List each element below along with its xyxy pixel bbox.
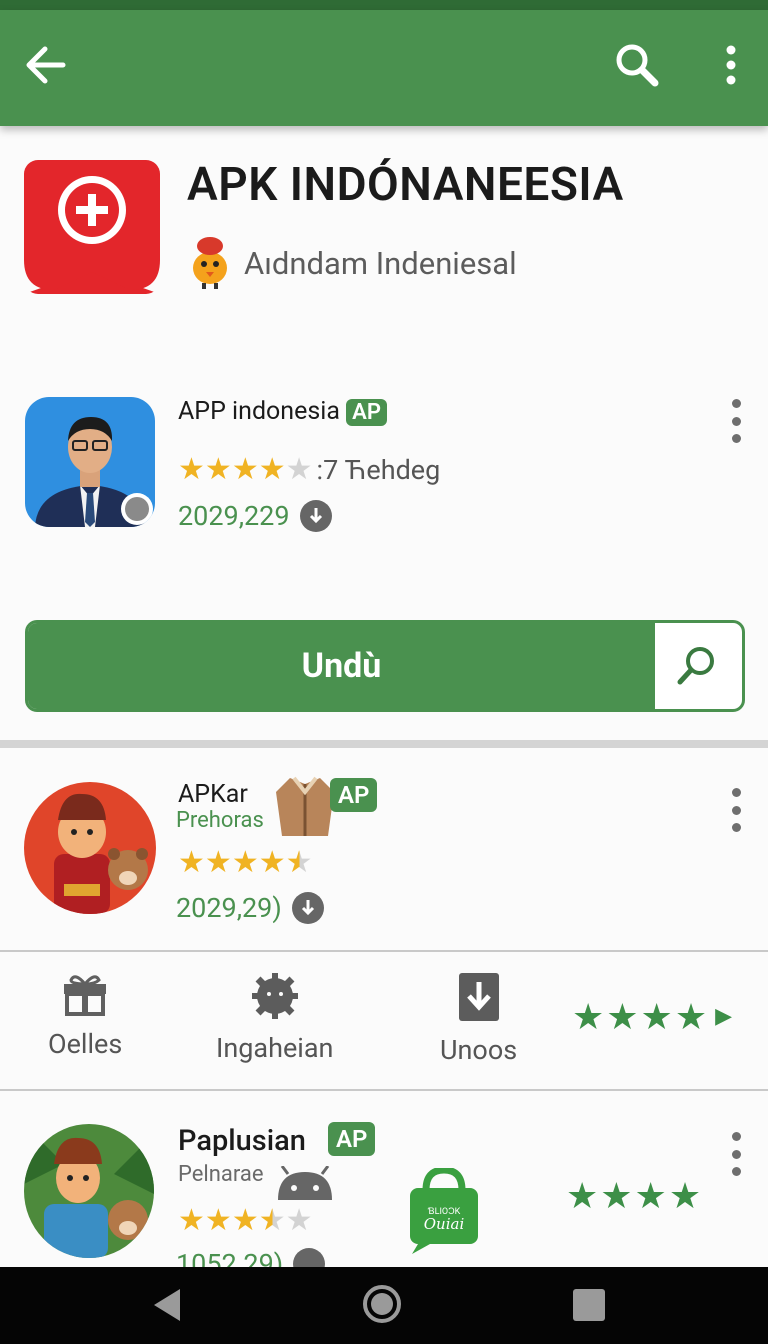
download-icon (458, 972, 500, 1026)
star-icon: ★ (178, 845, 205, 880)
nav-home-icon[interactable] (362, 1284, 402, 1328)
rating-stars: ★ ★ ★ ★ ★ :7 Ћehdeg (178, 454, 440, 486)
app-icon-character[interactable] (24, 782, 156, 914)
promo-badge-text: ƁLIOƆK Ouiai (423, 1207, 465, 1233)
app-subtitle: Pelnarae (178, 1162, 264, 1187)
rating-stars: ★ ★ ★ ★ ★ (178, 848, 313, 878)
category-ingaheian[interactable]: Ingaheian (216, 972, 333, 1064)
android-icon (274, 1165, 336, 1206)
section-divider (0, 950, 768, 952)
app-name-row[interactable]: Paplusian (178, 1124, 306, 1158)
star-icon: ★ (231, 1203, 259, 1238)
app-name-row[interactable]: APP indonesia AP (178, 397, 387, 426)
download-count: 2029,229 (178, 500, 290, 532)
install-button[interactable]: Undù (25, 620, 745, 712)
app-icon-character[interactable] (24, 1124, 154, 1258)
developer-name[interactable]: Aıdndam Indeniesal (244, 245, 517, 282)
status-bar (0, 0, 768, 10)
search-icon[interactable] (612, 40, 662, 90)
category-unoos[interactable]: Unoos (440, 972, 517, 1066)
star-icon: ★ (231, 845, 259, 880)
app-name: Paplusian (178, 1124, 306, 1158)
red-plus-bookmark-icon (24, 160, 160, 294)
nav-back-icon[interactable] (150, 1287, 182, 1327)
category-oelles[interactable]: Oelles (48, 972, 122, 1060)
install-label: Undù (28, 623, 655, 709)
category-label: Oelles (48, 1028, 123, 1060)
rating-text: :7 Ћehdeg (316, 454, 441, 486)
star-icon: ★ (258, 452, 286, 487)
app-name: APP indonesia (178, 397, 340, 426)
star-icon: ★ (204, 845, 232, 880)
download-icon (299, 500, 332, 532)
section-divider (0, 740, 768, 748)
search-icon[interactable] (652, 623, 742, 709)
gift-icon (61, 972, 109, 1020)
developer-row: Aıdndam Indeniesal (186, 232, 517, 294)
star-icons: ★★★★ (572, 996, 710, 1038)
ap-badge: AP (330, 778, 378, 812)
more-vert-icon[interactable] (730, 788, 742, 832)
category-label: Unoos (440, 1034, 518, 1066)
download-icon (291, 892, 324, 924)
download-count: 2029,29) (176, 892, 282, 924)
star-icon: ★ (258, 1203, 286, 1238)
more-vert-icon[interactable] (730, 399, 742, 443)
app-subtitle: Prehoras (176, 808, 264, 833)
chevron-right-icon: ▶ (715, 1004, 735, 1029)
ap-badge: AP (328, 1122, 376, 1156)
app-bar (0, 10, 768, 126)
star-icon: ★ (204, 452, 232, 487)
download-count-row: 2029,29) (176, 892, 324, 924)
gear-icon (251, 972, 299, 1024)
more-vert-icon[interactable] (730, 1132, 742, 1176)
shopping-bag-icon[interactable]: ƁLIOƆK Ouiai (408, 1166, 480, 1258)
star-icon: ★ (204, 1203, 232, 1238)
chick-mascot-icon (186, 232, 234, 294)
rating-stars: ★ ★ ★ ★ ★ (178, 1206, 313, 1236)
section-divider (0, 1089, 768, 1091)
app-title: APK INDÓNANEESIA (187, 158, 624, 212)
app-icon-portrait[interactable] (25, 397, 155, 527)
star-icon: ★ (285, 1203, 313, 1238)
more-vert-icon[interactable] (706, 40, 756, 90)
back-arrow-icon[interactable] (20, 40, 70, 90)
ap-badge-wrap: AP (330, 778, 378, 812)
star-icon: ★ (258, 845, 286, 880)
download-count-row: 2029,229 (178, 500, 332, 532)
ap-badge: AP (346, 398, 387, 426)
star-icon: ★ (178, 452, 205, 487)
app-name-row[interactable]: APKar (178, 780, 248, 809)
star-icon: ★ (285, 845, 313, 880)
star-icon: ★ (231, 452, 259, 487)
system-nav-bar (0, 1267, 768, 1344)
star-icon: ★ (178, 1203, 205, 1238)
category-rating-stars[interactable]: ★★★★ ▶ (572, 999, 734, 1035)
ap-badge-wrap: AP (328, 1122, 376, 1156)
category-label: Ingaheian (216, 1032, 334, 1064)
app-name: APKar (178, 780, 248, 809)
item-rating-stars: ★★★★ (566, 1175, 704, 1217)
nav-recents-icon[interactable] (572, 1288, 606, 1326)
jacket-image (272, 772, 338, 840)
star-icon: ★ (285, 452, 313, 487)
